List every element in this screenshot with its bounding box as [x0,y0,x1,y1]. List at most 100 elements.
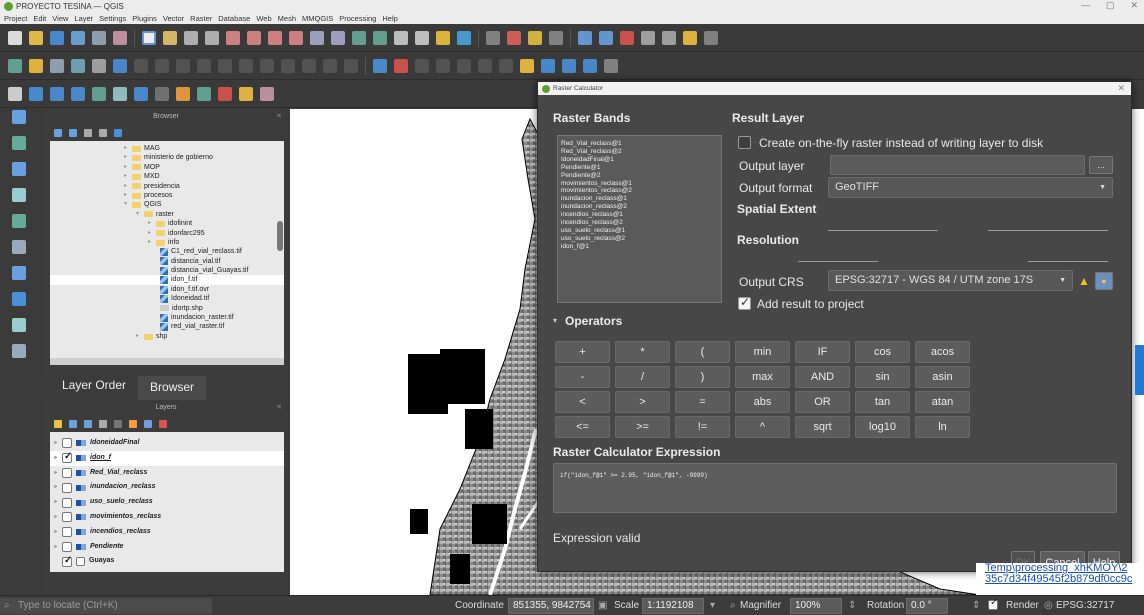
add-virtual-layer-icon[interactable] [218,86,232,101]
pan-to-selection-icon[interactable] [163,30,177,45]
tab-browser[interactable]: Browser [138,376,207,400]
tree-item[interactable]: ▸ info [50,238,284,247]
save-edits-icon[interactable] [50,58,64,73]
layer-visibility-checkbox[interactable] [62,438,72,449]
lock-scale-icon[interactable]: ▾ [710,599,715,613]
tab-layer-order[interactable]: Layer Order [50,374,138,396]
new-project-icon[interactable] [8,30,22,45]
operator-button[interactable]: log10 [855,416,910,438]
browse-output-button[interactable]: ... [1089,156,1113,174]
layer-visibility-checkbox[interactable] [62,554,72,569]
menu-settings[interactable]: Settings [99,14,126,23]
output-format-select[interactable]: GeoTIFF ▼ [828,177,1113,198]
move-label-icon[interactable] [323,58,337,73]
reshape-icon[interactable] [12,318,26,332]
band-item[interactable]: incendios_reclass@2 [561,219,718,227]
operator-button[interactable]: tan [855,391,910,413]
digitize-point-icon[interactable] [12,110,26,124]
add-wms-layer-icon[interactable] [113,86,127,101]
menu-raster[interactable]: Raster [190,14,212,23]
close-window-icon[interactable]: ✕ [1130,0,1138,11]
add-kmz-icon[interactable] [50,86,64,101]
tracing-icon[interactable] [12,266,26,280]
layer-visibility-checkbox[interactable] [62,512,72,523]
log-link[interactable]: 35c7d34f49545f2b879df0cc9c [985,574,1144,585]
layer-visibility-checkbox[interactable] [62,541,72,552]
band-item[interactable]: IdoneidadFinal@1 [561,156,718,164]
current-edits-icon[interactable] [8,58,22,73]
zoom-last-icon[interactable] [310,30,324,45]
zoom-next-icon[interactable] [331,30,345,45]
magnifier-spinner-icon[interactable]: ⇕ [848,599,856,613]
operator-button[interactable]: < [555,391,610,413]
band-item[interactable]: Pendiente@1 [561,164,718,172]
menu-vector[interactable]: Vector [163,14,184,23]
browser-scrollbar[interactable] [277,221,283,251]
toggle-extents-icon[interactable]: ▣ [598,599,607,613]
operator-button[interactable]: cos [855,341,910,363]
band-item[interactable]: Red_Vial_reclass@2 [561,148,718,156]
toggle-editing-icon[interactable] [29,58,43,73]
operator-button[interactable]: min [735,341,790,363]
cut-features-icon[interactable] [155,58,169,73]
remove-layer-icon[interactable] [159,420,167,428]
scale-field[interactable]: 1:1192108 [642,598,704,614]
field-calculator-icon[interactable] [641,30,655,45]
add-postgis-icon[interactable] [197,86,211,101]
add-polygon-icon[interactable] [92,58,106,73]
zoom-in-icon[interactable] [184,30,198,45]
select-crs-button[interactable]: ● [1095,272,1113,290]
show-bookmarks-icon[interactable] [415,30,429,45]
new-3d-view-icon[interactable] [373,30,387,45]
operator-button[interactable]: atan [915,391,970,413]
tree-item[interactable]: ▾ raster [50,210,284,219]
tree-item-selected[interactable]: idon_f.tif [50,275,284,285]
label-tool-icon[interactable] [260,58,274,73]
coordinate-field[interactable]: 851355, 9842754 [508,598,594,614]
operator-button[interactable]: OR [795,391,850,413]
operator-button[interactable]: * [615,341,670,363]
layer-item[interactable]: ▸ movimientos_reclass [50,510,284,525]
rotation-field[interactable]: 0.0 ° [906,598,948,614]
pin-labels-icon[interactable] [281,58,295,73]
tree-item[interactable]: ▸ shp [50,332,284,341]
onfly-checkbox[interactable] [738,136,751,149]
add-vector-layer-icon[interactable] [134,86,148,101]
offset-curve-icon[interactable] [12,292,26,306]
collapse-all-icon[interactable] [99,129,107,137]
open-data-source-manager-icon[interactable] [8,86,22,101]
layer-item[interactable]: ▸ Red_Vial_reclass [50,466,284,481]
pan-map-icon[interactable] [142,30,156,45]
band-item[interactable]: incendios_reclass@1 [561,211,718,219]
tree-item[interactable]: inundacion_raster.tif [50,313,284,322]
crs-status[interactable]: EPSG:32717 [1056,599,1114,613]
layer-item[interactable]: Guayas [50,554,284,569]
tree-item[interactable]: idortp.shp [50,304,284,313]
filter-by-expression-icon[interactable] [114,420,122,428]
tree-item[interactable]: Idoneidad.tif [50,294,284,303]
menu-layer[interactable]: Layer [74,14,93,23]
tree-item[interactable]: red_vial_raster.tif [50,322,284,332]
locator-search[interactable]: ⌕ Type to locate (Ctrl+K) [0,598,212,614]
operator-button[interactable]: = [675,391,730,413]
tree-item[interactable]: ▸ presidencia [50,182,284,191]
browser-hscrollbar[interactable] [50,358,284,365]
add-group-icon[interactable] [69,420,77,428]
menu-processing[interactable]: Processing [339,14,376,23]
raster-calculator-icon[interactable] [260,86,274,101]
layer-visibility-checkbox[interactable] [62,467,72,478]
operator-button[interactable]: ln [915,416,970,438]
band-item[interactable]: inundacion_reclass@2 [561,203,718,211]
menu-plugins[interactable]: Plugins [132,14,157,23]
operator-button[interactable]: > [615,391,670,413]
metasearch-icon[interactable] [604,58,618,73]
layer-visibility-checkbox[interactable] [62,450,72,465]
digitize-icon[interactable] [71,58,85,73]
python-console-icon[interactable] [541,58,555,73]
undo-icon[interactable] [218,58,232,73]
add-kml-icon[interactable] [29,86,43,101]
zoom-native-icon[interactable] [289,30,303,45]
search-icon[interactable] [704,30,718,45]
filter-legend-icon[interactable] [99,420,107,428]
output-crs-select[interactable]: EPSG:32717 - WGS 84 / UTM zone 17S ▼ [828,270,1073,291]
